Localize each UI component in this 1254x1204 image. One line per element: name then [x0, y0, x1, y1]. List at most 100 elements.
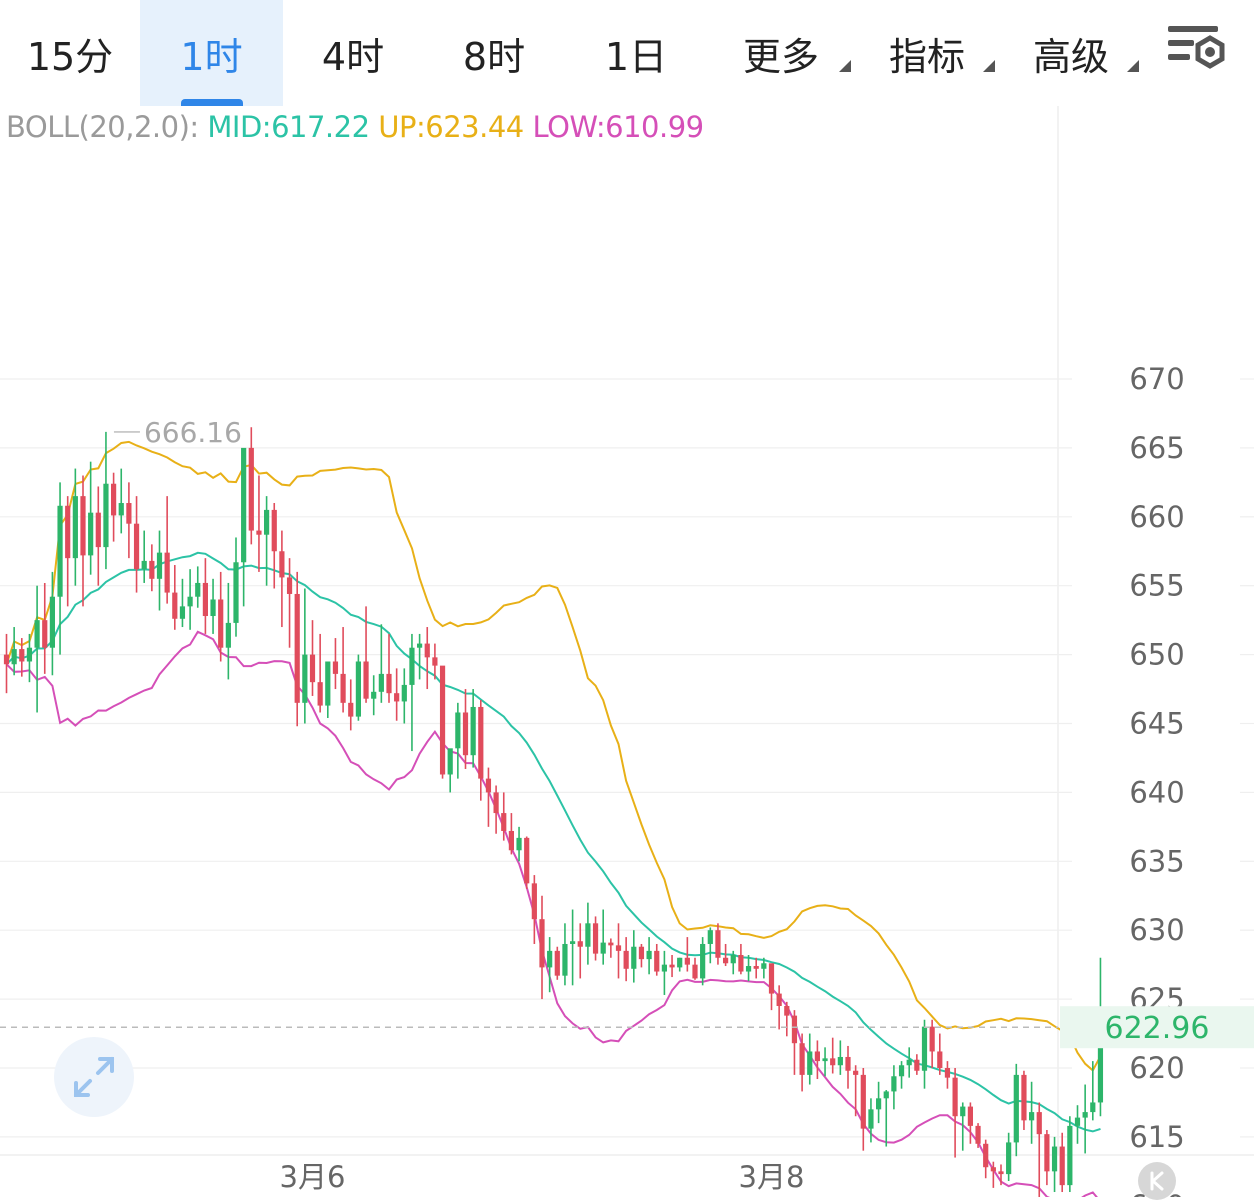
tab-8hour[interactable]: 8时 [423, 0, 565, 106]
candle-body [271, 509, 277, 552]
boll-upper-line [5, 440, 1102, 1072]
tab-1hour[interactable]: 1时 [140, 0, 283, 106]
candle-body [11, 649, 17, 665]
candle-body [570, 941, 576, 944]
boll-lower-line [5, 630, 1098, 1197]
candle-body [424, 643, 430, 658]
candle-body [103, 483, 109, 548]
candle-body [837, 1056, 843, 1066]
y-tick-label: 660 [1129, 500, 1184, 534]
tab-label: 更多 [742, 34, 819, 79]
candlestick-chart[interactable]: 6706656606556506456406356306256206156103… [0, 106, 1254, 1197]
y-tick-label: 615 [1129, 1120, 1184, 1154]
chart-settings-icon [1168, 26, 1225, 69]
candle-body [577, 941, 583, 947]
candle-body [332, 661, 339, 674]
tab-label: 指标 [888, 34, 965, 79]
candle-body [302, 654, 308, 703]
tab-15min[interactable]: 15分 [0, 0, 140, 106]
candle-body [317, 682, 323, 706]
candle-body [1082, 1112, 1088, 1118]
candle-body [921, 1026, 928, 1071]
candle-body [88, 512, 94, 556]
candle-body [944, 1068, 951, 1078]
candle-body [768, 963, 775, 994]
candle-body [401, 684, 407, 702]
candle-body [1013, 1074, 1019, 1143]
y-tick-label: 650 [1129, 638, 1184, 672]
tab-advanced[interactable]: 高级 [999, 0, 1143, 106]
candle-body [585, 923, 591, 947]
candle-body [990, 1167, 996, 1172]
candle-body [133, 523, 140, 570]
candle-body [309, 654, 316, 683]
candle-body [95, 512, 101, 548]
tab-1day[interactable]: 1日 [565, 0, 707, 106]
candle-body [233, 562, 239, 623]
tab-label: 4时 [321, 34, 385, 79]
timeframe-tabs: 15分 1时 4时 8时 1日 更多 指标 高级 [0, 0, 1254, 106]
fullscreen-button[interactable] [54, 1037, 134, 1117]
candle-body [57, 505, 63, 597]
dropdown-caret-icon [1127, 60, 1139, 72]
candle-body [325, 661, 331, 706]
candle-body [141, 560, 147, 570]
candle-body [929, 1026, 935, 1052]
candle-body [753, 966, 759, 969]
candle-body [202, 582, 208, 617]
candle-body [661, 964, 667, 972]
candle-body [524, 837, 530, 884]
candle-body [1059, 1146, 1065, 1186]
candle-body [439, 665, 446, 775]
candle-body [42, 620, 48, 648]
tab-4hour[interactable]: 4时 [283, 0, 423, 106]
candle-body [1006, 1142, 1012, 1175]
candle-body [501, 813, 507, 831]
candle-body [394, 693, 400, 702]
candle-body [187, 596, 193, 607]
candle-body [508, 830, 514, 851]
candle-body [960, 1106, 966, 1117]
candle-body [891, 1076, 897, 1092]
candle-body [210, 599, 216, 617]
candle-body [807, 1051, 813, 1075]
candle-body [547, 950, 553, 968]
tab-label: 1时 [180, 34, 243, 79]
x-tick-label: 3月8 [739, 1160, 805, 1194]
candle-body [279, 551, 285, 578]
candle-body [516, 837, 522, 851]
candle-body [761, 963, 767, 969]
y-tick-label: 655 [1129, 569, 1184, 603]
candle-body [264, 509, 270, 535]
candle-body [286, 577, 293, 594]
candle-body [1067, 1125, 1073, 1186]
candle-body [294, 593, 300, 703]
candle-body [592, 923, 599, 954]
candle-body [608, 942, 614, 946]
candle-body [600, 942, 606, 954]
candle-body [531, 883, 537, 920]
tab-indicators[interactable]: 指标 [855, 0, 999, 106]
candle-body [49, 596, 55, 648]
kline-mode-button[interactable] [1138, 1162, 1176, 1200]
candle-body [745, 966, 752, 972]
dropdown-caret-icon [983, 60, 995, 72]
candle-body [149, 560, 155, 579]
candle-body [386, 673, 392, 694]
candle-body [937, 1051, 943, 1068]
candle-body [738, 955, 744, 972]
tab-more[interactable]: 更多 [707, 0, 855, 106]
candle-body [195, 582, 201, 597]
candle-body [983, 1143, 989, 1168]
candle-body [562, 943, 568, 976]
candle-body [241, 447, 247, 563]
candle-body [80, 496, 86, 556]
tab-label: 8时 [462, 34, 526, 79]
candle-body [791, 1015, 798, 1044]
y-tick-label: 635 [1129, 844, 1184, 878]
candle-body [615, 945, 622, 951]
chart-settings-button[interactable] [1164, 20, 1228, 76]
candle-body [485, 778, 492, 793]
candle-body [898, 1065, 905, 1077]
candle-body [975, 1125, 981, 1144]
